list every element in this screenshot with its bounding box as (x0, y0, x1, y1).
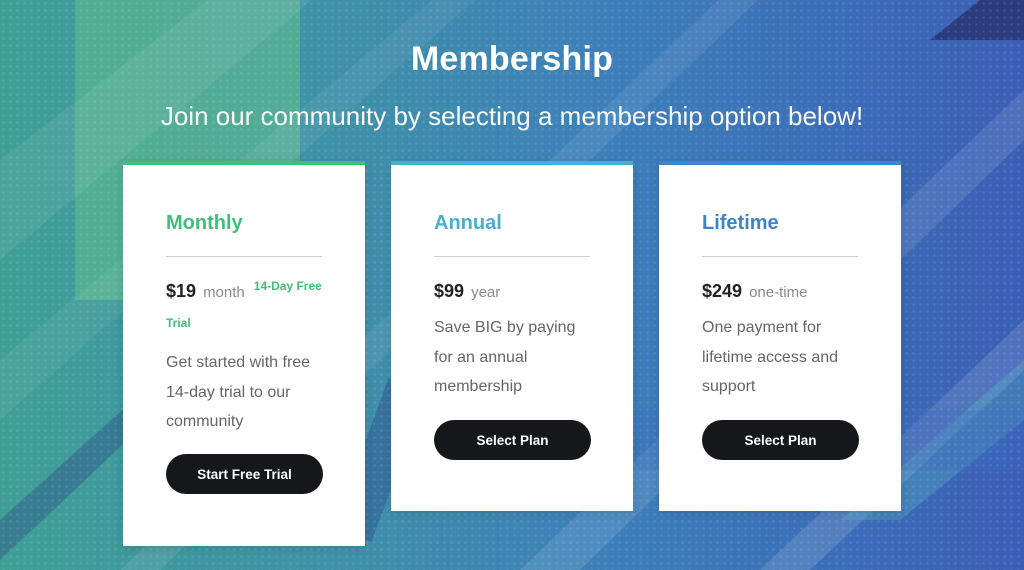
price-line: $19 month 14-Day Free (166, 279, 322, 302)
plan-card-monthly: Monthly $19 month 14-Day Free Trial Get … (123, 161, 365, 546)
page-title: Membership (410, 40, 614, 78)
price-amount: $19 (166, 281, 197, 301)
trial-badge-continued: Trial (166, 316, 191, 330)
plan-card-lifetime: Lifetime $249 one-time One payment for l… (659, 161, 901, 511)
plan-description: Save BIG by paying for an annual members… (434, 319, 576, 395)
page-subtitle: Join our community by selecting a member… (160, 101, 864, 131)
start-free-trial-button[interactable]: Start Free Trial (166, 454, 323, 494)
select-plan-button[interactable]: Select Plan (702, 420, 859, 460)
trial-badge: 14-Day Free (253, 279, 322, 293)
plan-description: Get started with free 14-day trial to ou… (166, 354, 311, 430)
price-amount: $249 (702, 281, 743, 301)
price-unit: year (471, 284, 501, 301)
plan-name: Lifetime (702, 212, 779, 234)
price-line: $99 year (434, 281, 500, 302)
card-accent-bar (659, 161, 901, 165)
plan-name: Monthly (166, 212, 243, 234)
plan-divider (166, 256, 322, 257)
plan-card-annual: Annual $99 year Save BIG by paying for a… (391, 161, 633, 511)
plan-description: One payment for lifetime access and supp… (702, 319, 839, 395)
price-line: $249 one-time (702, 281, 807, 302)
price-unit: month (203, 284, 245, 301)
plan-divider (702, 256, 858, 257)
card-accent-bar (391, 161, 633, 165)
plan-name: Annual (434, 212, 502, 234)
select-plan-button[interactable]: Select Plan (434, 420, 591, 460)
price-amount: $99 (434, 281, 465, 301)
plan-divider (434, 256, 590, 257)
price-unit: one-time (749, 284, 808, 301)
card-accent-bar (123, 161, 365, 165)
